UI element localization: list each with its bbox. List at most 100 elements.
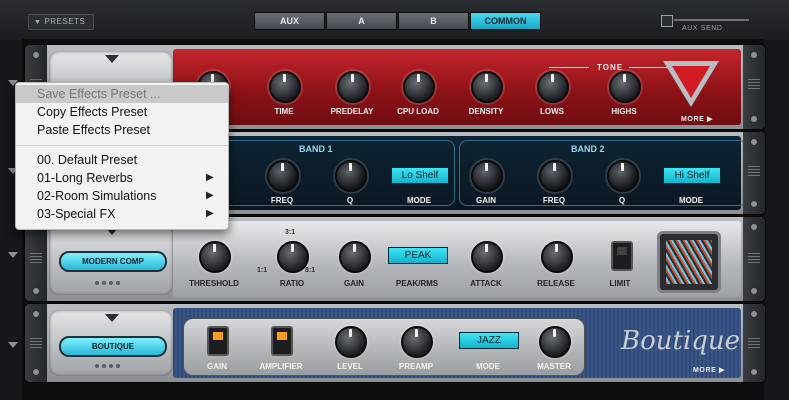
screw-icon <box>750 200 758 208</box>
aux-send-label: AUX SEND <box>682 25 723 32</box>
menu-item-label: 00. Default Preset <box>37 153 138 167</box>
limit-label: LIMIT <box>609 279 631 288</box>
preamp-label: PREAMP <box>398 362 434 371</box>
menu-item-long-reverbs[interactable]: 01-Long Reverbs ▶ <box>16 169 228 187</box>
boutique-more-button[interactable]: MORE ▶ <box>693 366 725 374</box>
density-knob[interactable] <box>471 71 503 103</box>
screw-icon <box>750 310 758 318</box>
screw-icon <box>750 51 758 59</box>
preset-context-menu: Save Effects Preset ... Copy Effects Pre… <box>15 82 229 230</box>
band-1-mode-label: MODE <box>407 196 431 205</box>
preamp-knob[interactable] <box>401 326 433 358</box>
cpu-load-knob[interactable] <box>403 71 435 103</box>
menu-item-default-preset[interactable]: 00. Default Preset <box>16 151 228 169</box>
menu-item-label: 02-Room Simulations <box>37 189 157 203</box>
peak-rms-select[interactable]: PEAK <box>388 247 448 264</box>
aux-send-slider-handle[interactable] <box>661 15 673 27</box>
master-label: MASTER <box>537 362 571 371</box>
collapse-comp-icon[interactable] <box>8 252 18 258</box>
comp-name-pill[interactable]: MODERN COMP <box>59 251 167 272</box>
grip-lines-icon <box>30 338 42 348</box>
menu-item-label: 03-Special FX <box>37 207 116 221</box>
cpu-load-label: CPU LOAD <box>397 107 439 116</box>
rack-ear-right <box>743 132 765 214</box>
grip-lines-icon <box>30 253 42 263</box>
band-1-freq-knob[interactable] <box>267 160 299 192</box>
ratio-tick-3-1: 3:1 <box>285 229 296 236</box>
tab-b[interactable]: B <box>398 12 469 30</box>
amplifier-toggle[interactable] <box>271 326 293 356</box>
threshold-label: THRESHOLD <box>189 279 239 288</box>
menu-item-label: 01-Long Reverbs <box>37 171 133 185</box>
v-logo-inner-icon <box>672 66 710 98</box>
band-1-freq-label: FREQ <box>270 196 294 205</box>
preset-menu-triangle-icon[interactable] <box>105 314 119 322</box>
release-knob[interactable] <box>541 241 573 273</box>
gain-reduction-meter <box>657 231 721 293</box>
screw-icon <box>750 287 758 295</box>
lows-label: LOWS <box>540 107 564 116</box>
reverb-more-button[interactable]: MORE ▶ <box>681 115 713 123</box>
screw-icon <box>32 51 40 59</box>
attack-knob[interactable] <box>471 241 503 273</box>
band-2-q-knob[interactable] <box>607 160 639 192</box>
band-2-gain-label: GAIN <box>476 196 496 205</box>
mode-label: MODE <box>476 362 500 371</box>
menu-item-paste-preset[interactable]: Paste Effects Preset <box>16 121 228 139</box>
gain-label: GAIN <box>344 279 364 288</box>
gain-label: GAIN <box>207 362 227 371</box>
tab-a[interactable]: A <box>326 12 397 30</box>
menu-item-copy-preset[interactable]: Copy Effects Preset <box>16 103 228 121</box>
screw-icon <box>750 115 758 123</box>
grip-lines-icon <box>748 338 760 348</box>
band-2-mode-label: MODE <box>679 196 703 205</box>
band-2-gain-knob[interactable] <box>471 160 503 192</box>
band-1-title: BAND 1 <box>299 144 333 154</box>
threshold-knob[interactable] <box>199 241 231 273</box>
tab-common[interactable]: COMMON <box>470 12 541 30</box>
rack-ear-right <box>743 45 765 129</box>
band-2-freq-knob[interactable] <box>539 160 571 192</box>
screw-icon <box>32 287 40 295</box>
submenu-arrow-icon: ▶ <box>206 172 214 183</box>
eq-panel: BAND 1 FREQ Q Lo Shelf MODE BAND 2 GAIN … <box>173 136 747 210</box>
band-1-q-knob[interactable] <box>335 160 367 192</box>
band-1-mode-select[interactable]: Lo Shelf <box>391 167 449 184</box>
predelay-label: PREDELAY <box>330 107 374 116</box>
tab-aux[interactable]: AUX <box>254 12 325 30</box>
menu-item-room-simulations[interactable]: 02-Room Simulations ▶ <box>16 187 228 205</box>
limit-toggle[interactable] <box>611 241 633 271</box>
collapse-boutique-icon[interactable] <box>8 342 18 348</box>
level-knob[interactable] <box>335 326 367 358</box>
ratio-tick-8-1: 8:1 <box>305 267 316 274</box>
status-leds <box>95 281 123 285</box>
gain-toggle[interactable] <box>207 326 229 356</box>
band-2-q-label: Q <box>618 196 626 205</box>
time-knob[interactable] <box>269 71 301 103</box>
master-knob[interactable] <box>539 326 571 358</box>
predelay-knob[interactable] <box>337 71 369 103</box>
boutique-name-pill[interactable]: BOUTIQUE <box>59 336 167 357</box>
gain-knob[interactable] <box>339 241 371 273</box>
peak-rms-label: PEAK/RMS <box>395 279 439 288</box>
aux-send-slider-track[interactable] <box>674 19 749 21</box>
presets-button[interactable]: ▼ PRESETS <box>28 14 94 30</box>
triangle-down-icon: ▼ <box>34 19 42 26</box>
grip-lines-icon <box>748 79 760 89</box>
band-2-title: BAND 2 <box>571 144 605 154</box>
menu-separator <box>16 145 228 146</box>
menu-item-special-fx[interactable]: 03-Special FX ▶ <box>16 205 228 223</box>
level-label: LEVEL <box>337 362 363 371</box>
band-2-freq-label: FREQ <box>542 196 566 205</box>
highs-knob[interactable] <box>609 71 641 103</box>
lows-knob[interactable] <box>537 71 569 103</box>
menu-item-label: Copy Effects Preset <box>37 105 148 119</box>
band-2-mode-select[interactable]: Hi Shelf <box>663 167 721 184</box>
reverb-panel: TIME PREDELAY CPU LOAD DENSITY TONE LOWS… <box>173 49 741 125</box>
rack-ear-left <box>25 304 47 382</box>
preset-menu-triangle-icon[interactable] <box>105 55 119 63</box>
attack-label: ATTACK <box>470 279 502 288</box>
menu-item-save-preset[interactable]: Save Effects Preset ... <box>16 85 228 103</box>
band-1-q-label: Q <box>346 196 354 205</box>
mode-select[interactable]: JAZZ <box>459 332 519 349</box>
